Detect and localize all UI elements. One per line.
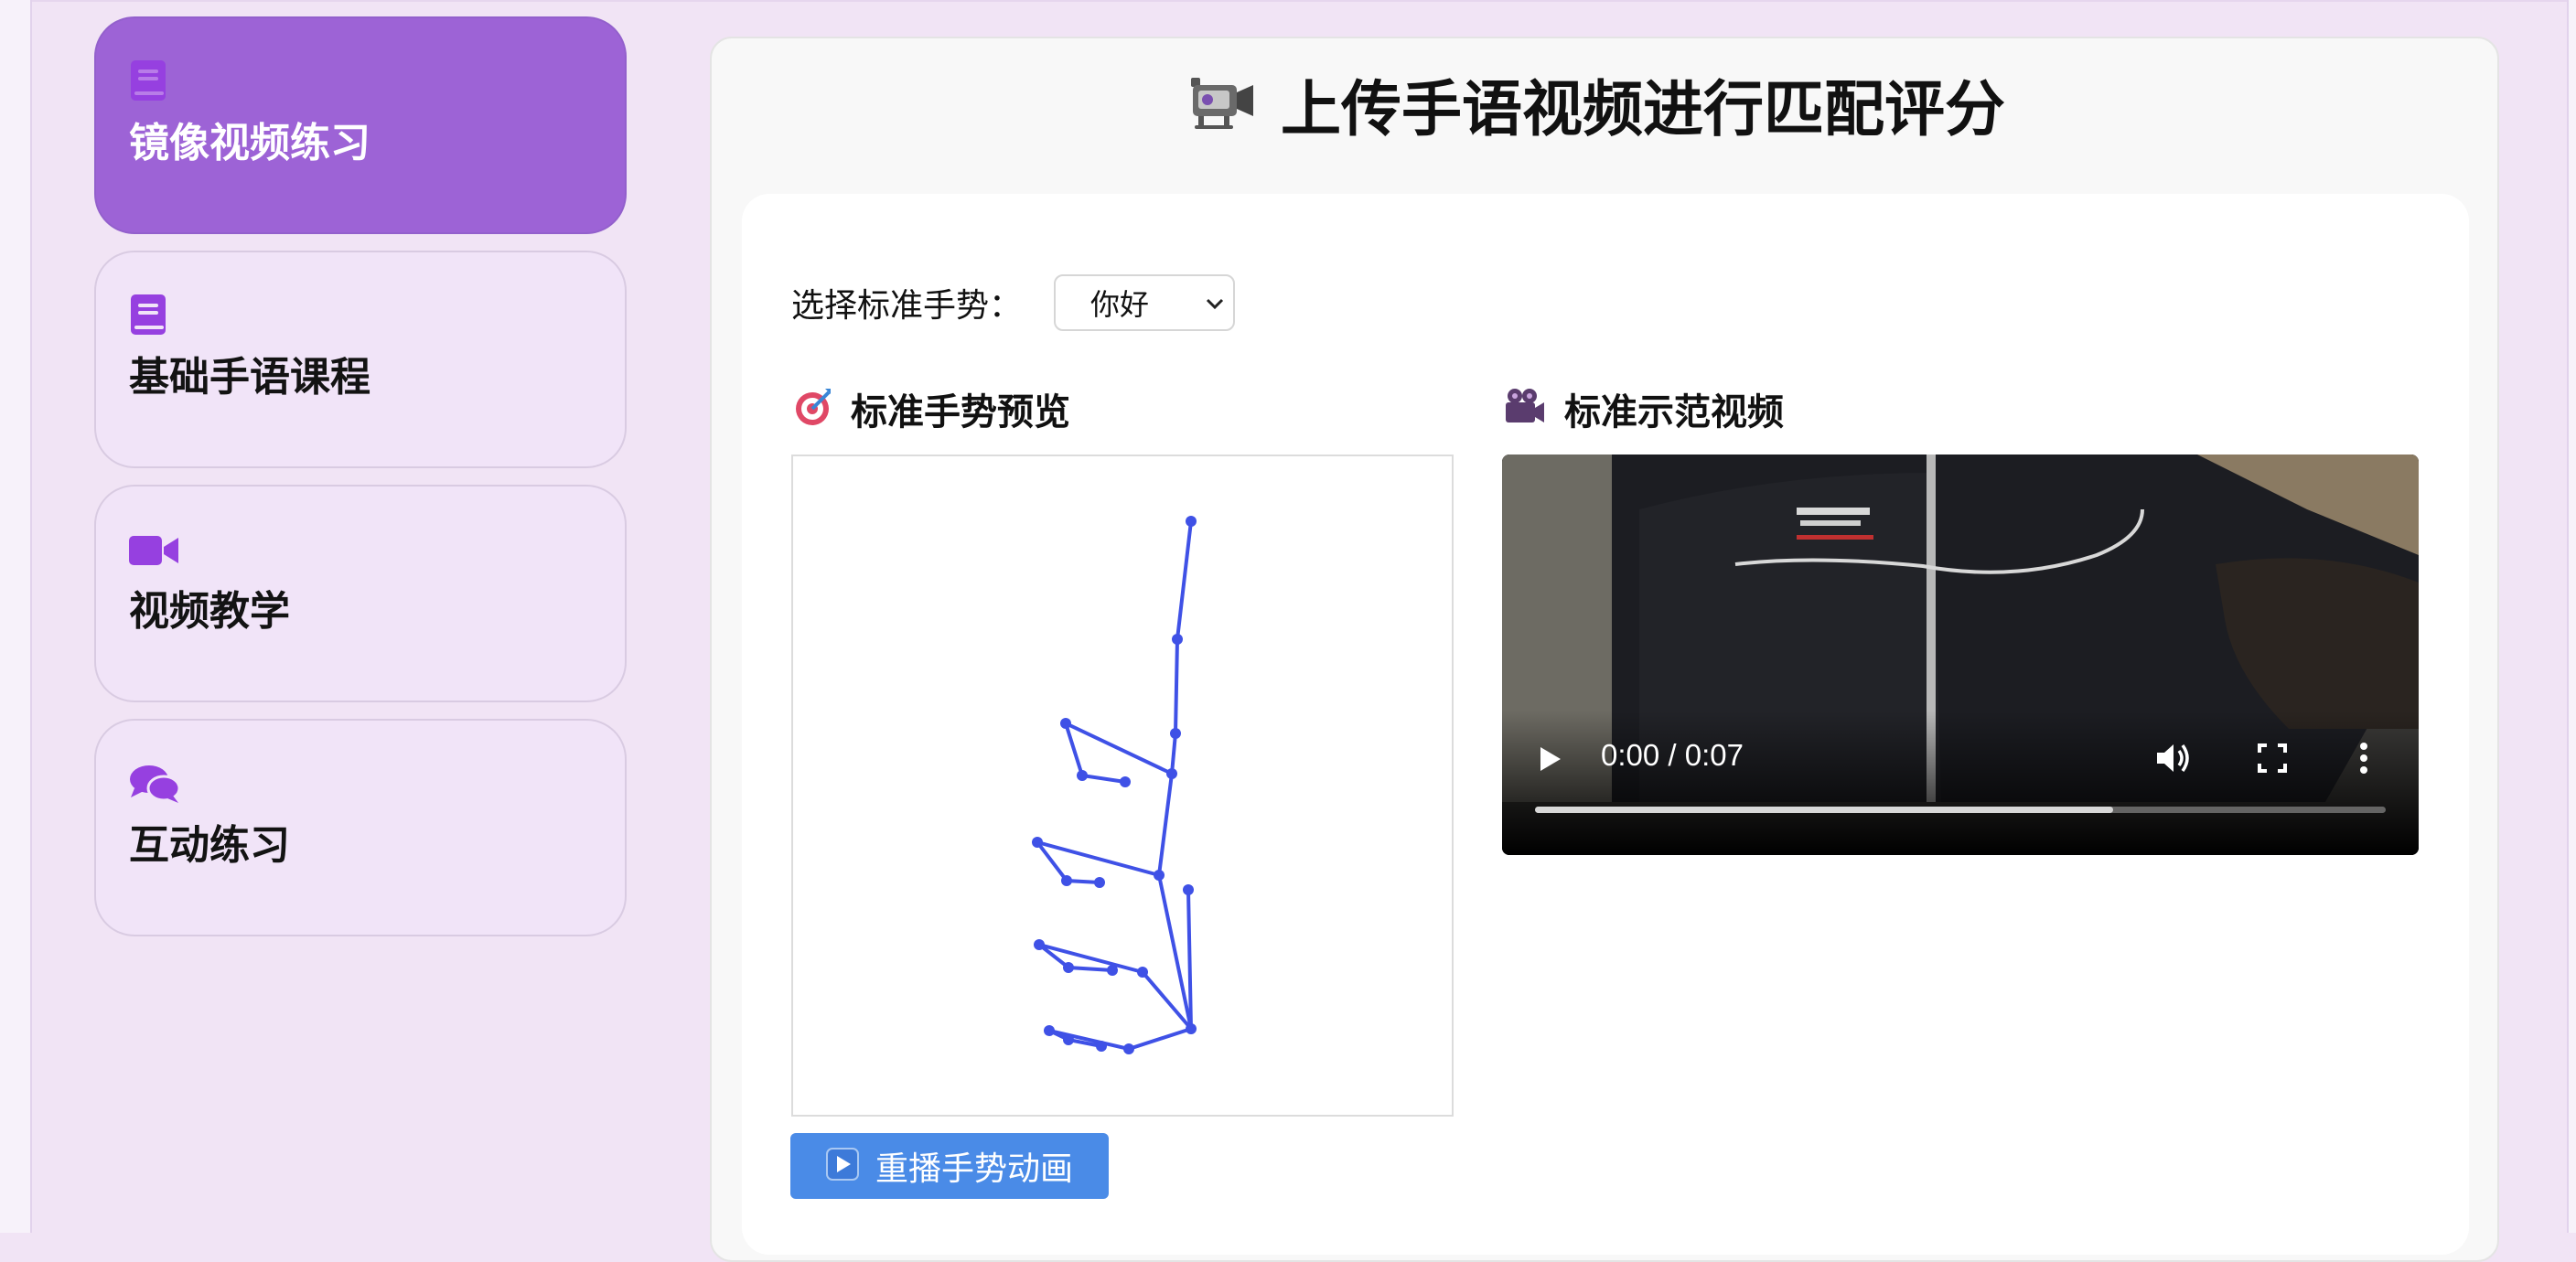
page-title-text: 上传手语视频进行匹配评分	[1281, 74, 2005, 144]
sidebar-item-label: 基础手语课程	[129, 354, 370, 401]
chevron-down-icon	[1204, 294, 1226, 316]
gesture-select[interactable]: 你好	[1054, 274, 1235, 331]
video-controls	[1502, 711, 2419, 855]
book-icon	[129, 59, 169, 106]
sidebar-item-basic-courses[interactable]: 基础手语课程	[94, 251, 627, 468]
sidebar-item-label: 镜像视频练习	[129, 120, 370, 166]
page-right-edge	[2567, 0, 2576, 1233]
target-icon	[792, 387, 832, 431]
movie-camera-icon	[1504, 388, 1546, 430]
book-icon	[129, 293, 169, 340]
sidebar-item-label: 视频教学	[129, 588, 290, 635]
gesture-select-label: 选择标准手势：	[791, 287, 1023, 325]
hand-skeleton	[1032, 516, 1197, 1054]
video-camera-icon	[1189, 74, 1255, 134]
gesture-preview-canvas	[791, 455, 1454, 1117]
play-icon	[825, 1148, 859, 1184]
replay-animation-button[interactable]: 重播手势动画	[790, 1133, 1109, 1199]
sidebar-item-mirror-video-practice[interactable]: 镜像视频练习	[94, 16, 627, 234]
sidebar-item-interactive-practice[interactable]: 互动练习	[94, 719, 627, 936]
video-progress-bar[interactable]	[1535, 807, 2386, 813]
page-left-edge	[0, 0, 32, 1233]
sidebar-item-video-teaching[interactable]: 视频教学	[94, 485, 627, 702]
preview-heading: 标准手势预览	[792, 384, 1070, 433]
video-time: 0:00 / 0:07	[1601, 738, 1744, 772]
video-heading: 标准示范视频	[1504, 384, 1784, 433]
more-options-icon[interactable]	[2358, 742, 2369, 778]
fullscreen-icon[interactable]	[2258, 743, 2287, 776]
demo-video-player[interactable]: 0:00 / 0:07	[1502, 455, 2419, 855]
chat-bubbles-icon	[129, 761, 181, 808]
top-border	[0, 0, 2576, 2]
page-title: 上传手语视频进行匹配评分	[1189, 60, 2005, 148]
preview-heading-text: 标准手势预览	[851, 391, 1070, 433]
volume-icon[interactable]	[2155, 742, 2192, 778]
sidebar-item-label: 互动练习	[129, 822, 290, 869]
play-icon[interactable]	[1539, 745, 1562, 776]
video-heading-text: 标准示范视频	[1564, 391, 1784, 433]
gesture-select-value: 你好	[1090, 287, 1150, 322]
replay-button-label: 重播手势动画	[875, 1150, 1073, 1188]
video-progress-fill	[1535, 807, 2114, 813]
video-camera-icon	[129, 527, 180, 572]
